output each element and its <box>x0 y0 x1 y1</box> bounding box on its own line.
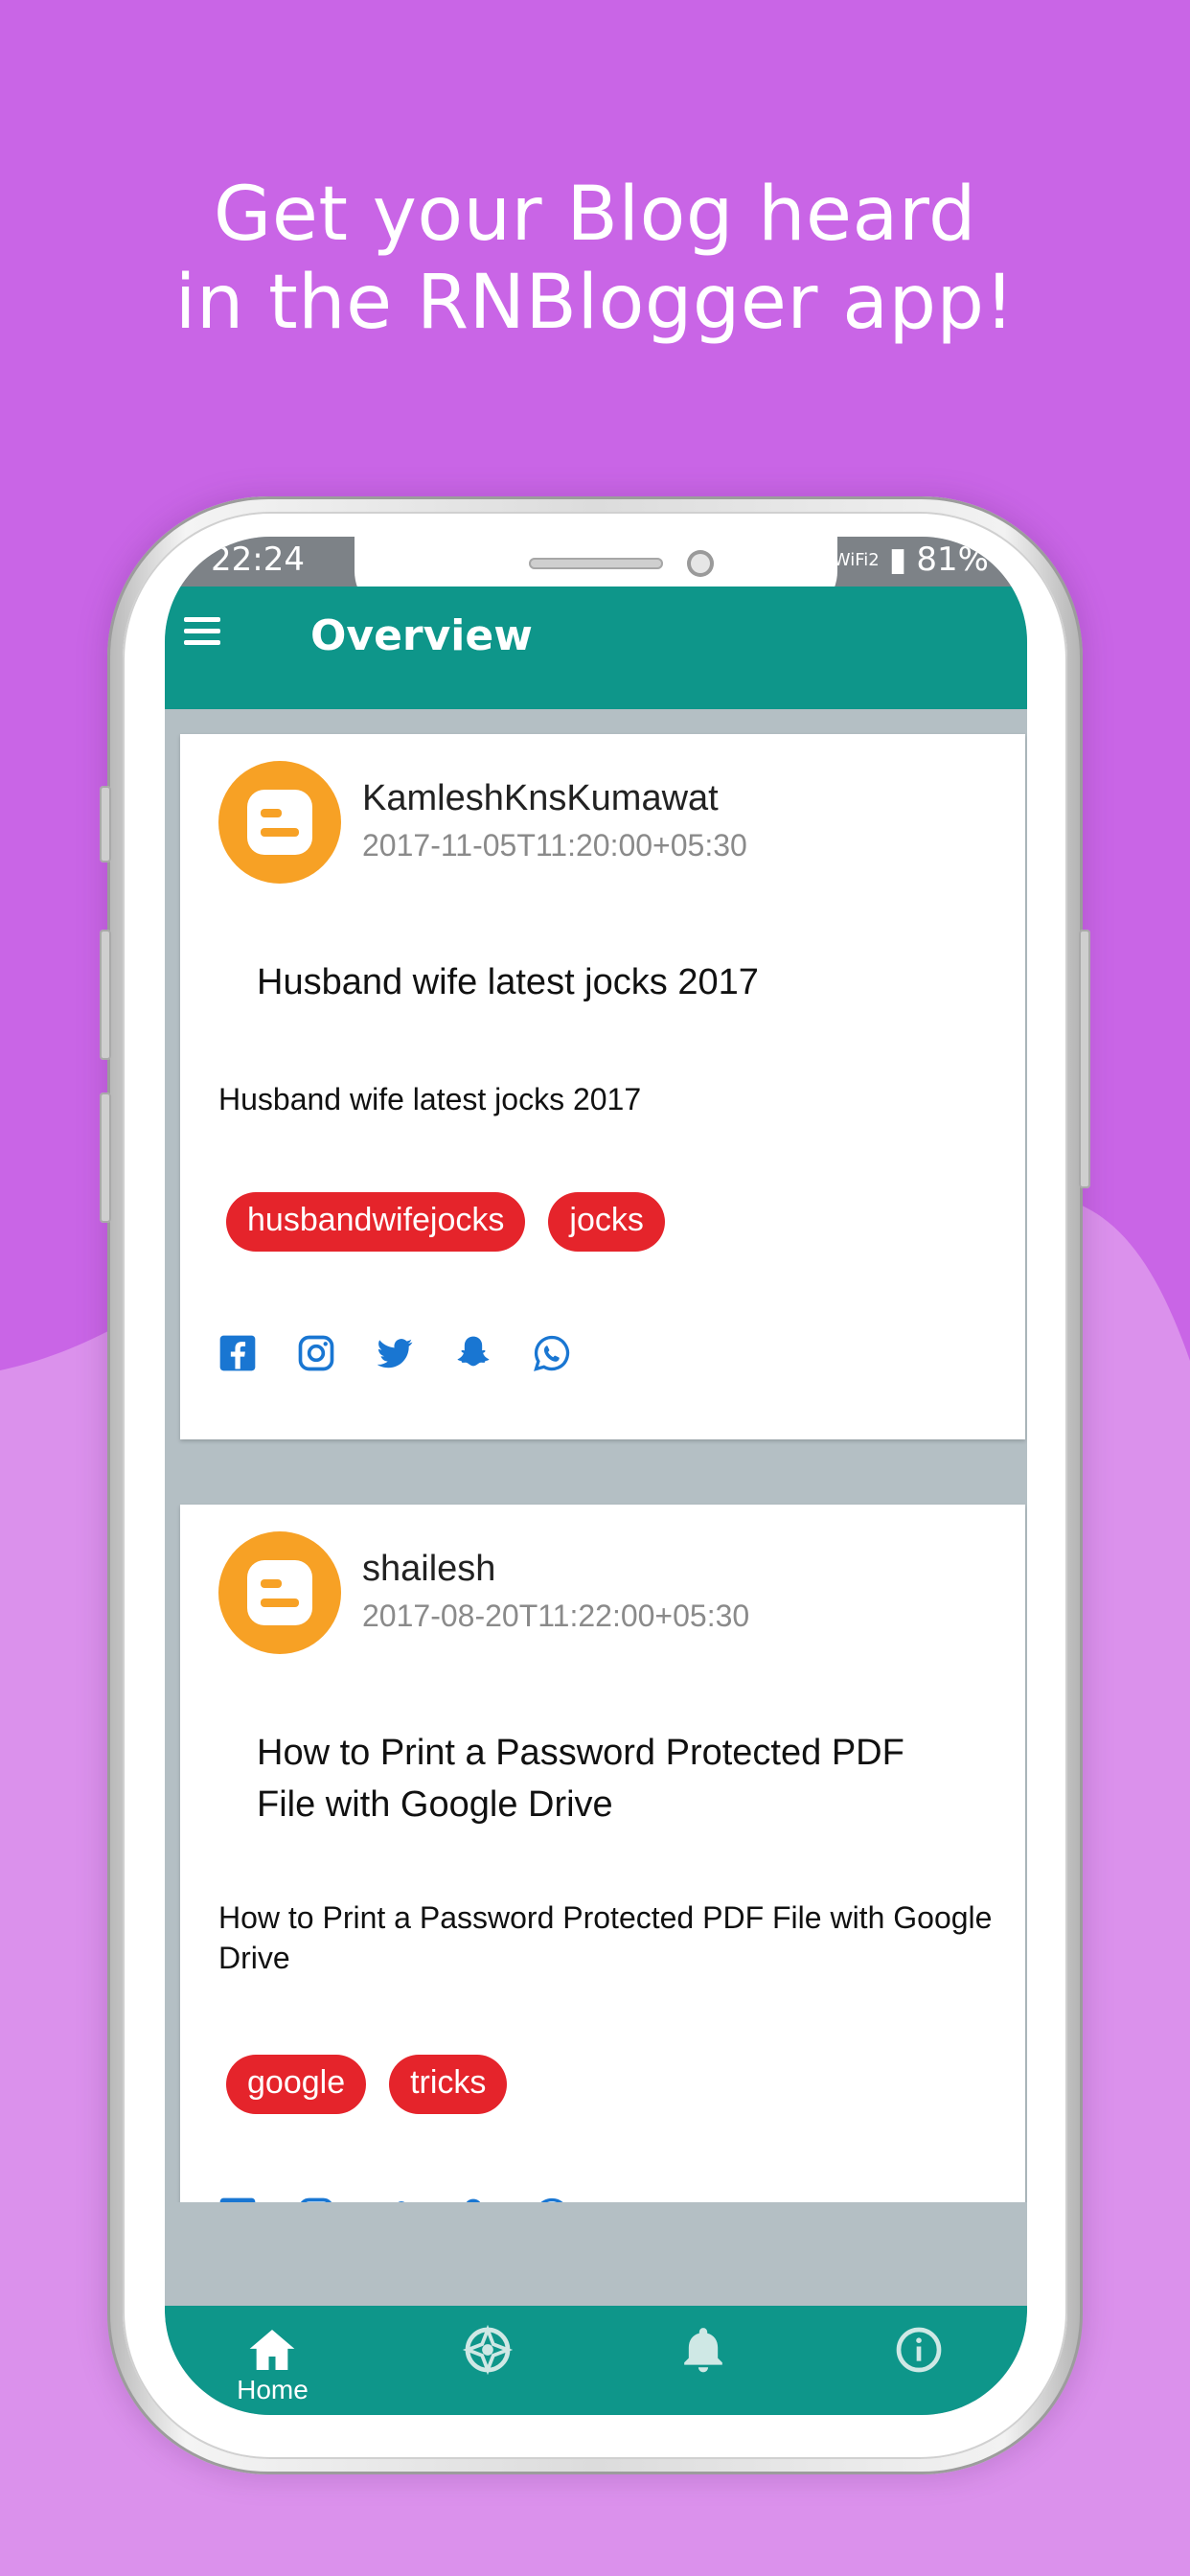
status-right: WiFi2 ▮ 81% <box>834 540 989 579</box>
promo-headline: Get your Blog heard in the RNBlogger app… <box>0 171 1190 347</box>
post-date: 2017-11-05T11:20:00+05:30 <box>362 828 747 862</box>
snapchat-icon[interactable] <box>452 2195 494 2202</box>
notch-camera <box>687 550 714 577</box>
battery-level: 81% <box>916 540 989 579</box>
page-title: Overview <box>310 611 533 660</box>
post-card[interactable]: shailesh 2017-08-20T11:22:00+05:30 How t… <box>180 1505 1025 2202</box>
post-author: shailesh <box>362 1549 496 1589</box>
nav-home-label: Home <box>237 2375 309 2404</box>
wifi-status: WiFi2 <box>833 549 880 570</box>
facebook-icon[interactable] <box>217 1332 259 1374</box>
phone-side-button-left-2 <box>100 930 111 1060</box>
phone-side-button-left-1 <box>100 786 111 862</box>
post-title[interactable]: How to Print a Password Protected PDF Fi… <box>257 1727 947 1830</box>
post-card[interactable]: KamleshKnsKumawat 2017-11-05T11:20:00+05… <box>180 734 1025 1439</box>
twitter-icon[interactable] <box>374 2195 416 2202</box>
post-description: How to Print a Password Protected PDF Fi… <box>218 1900 993 1975</box>
info-icon <box>896 2327 942 2373</box>
status-time: 22:24 <box>211 540 305 579</box>
instagram-icon[interactable] <box>295 1332 337 1374</box>
nav-about[interactable] <box>812 2306 1027 2415</box>
phone-screen: 22:24 WiFi2 ▮ 81% Overview KamleshKnsKum… <box>165 537 1027 2415</box>
tag-chip[interactable]: husbandwifejocks <box>226 1192 526 1252</box>
phone-side-button-left-3 <box>100 1092 111 1223</box>
signal-icon: ▮ <box>888 540 907 579</box>
promo-line-2: in the RNBlogger app! <box>174 260 1016 346</box>
nav-explore[interactable] <box>380 2306 596 2415</box>
post-title[interactable]: Husband wife latest jocks 2017 <box>257 956 947 1008</box>
app-bar: Overview <box>165 586 1027 709</box>
twitter-icon[interactable] <box>374 1332 416 1374</box>
blogger-icon <box>218 761 341 884</box>
post-author: KamleshKnsKumawat <box>362 778 719 818</box>
share-row <box>217 2195 573 2202</box>
tag-chip[interactable]: jocks <box>548 1192 665 1252</box>
aperture-icon <box>462 2324 514 2376</box>
whatsapp-icon[interactable] <box>531 2195 573 2202</box>
post-date: 2017-08-20T11:22:00+05:30 <box>362 1598 750 1633</box>
snapchat-icon[interactable] <box>452 1332 494 1374</box>
post-tags: google tricks <box>226 2055 508 2114</box>
phone-side-button-right <box>1079 930 1090 1188</box>
bell-icon <box>684 2328 722 2373</box>
nav-notifications[interactable] <box>596 2306 812 2415</box>
facebook-icon[interactable] <box>217 2195 259 2202</box>
notch-speaker <box>529 558 663 569</box>
post-description: Husband wife latest jocks 2017 <box>218 1082 642 1116</box>
tag-chip[interactable]: google <box>226 2055 367 2114</box>
home-icon <box>249 2330 295 2370</box>
instagram-icon[interactable] <box>295 2195 337 2202</box>
promo-line-1: Get your Blog heard <box>213 172 977 258</box>
post-tags: husbandwifejocks jocks <box>226 1192 665 1252</box>
nav-home[interactable]: Home <box>165 2306 380 2415</box>
blogger-icon <box>218 1531 341 1654</box>
hamburger-menu-icon[interactable] <box>178 606 232 659</box>
post-feed[interactable]: KamleshKnsKumawat 2017-11-05T11:20:00+05… <box>165 709 1027 2202</box>
whatsapp-icon[interactable] <box>531 1332 573 1374</box>
tag-chip[interactable]: tricks <box>389 2055 508 2114</box>
share-row <box>217 1332 573 1374</box>
bottom-nav: Home <box>165 2306 1027 2415</box>
